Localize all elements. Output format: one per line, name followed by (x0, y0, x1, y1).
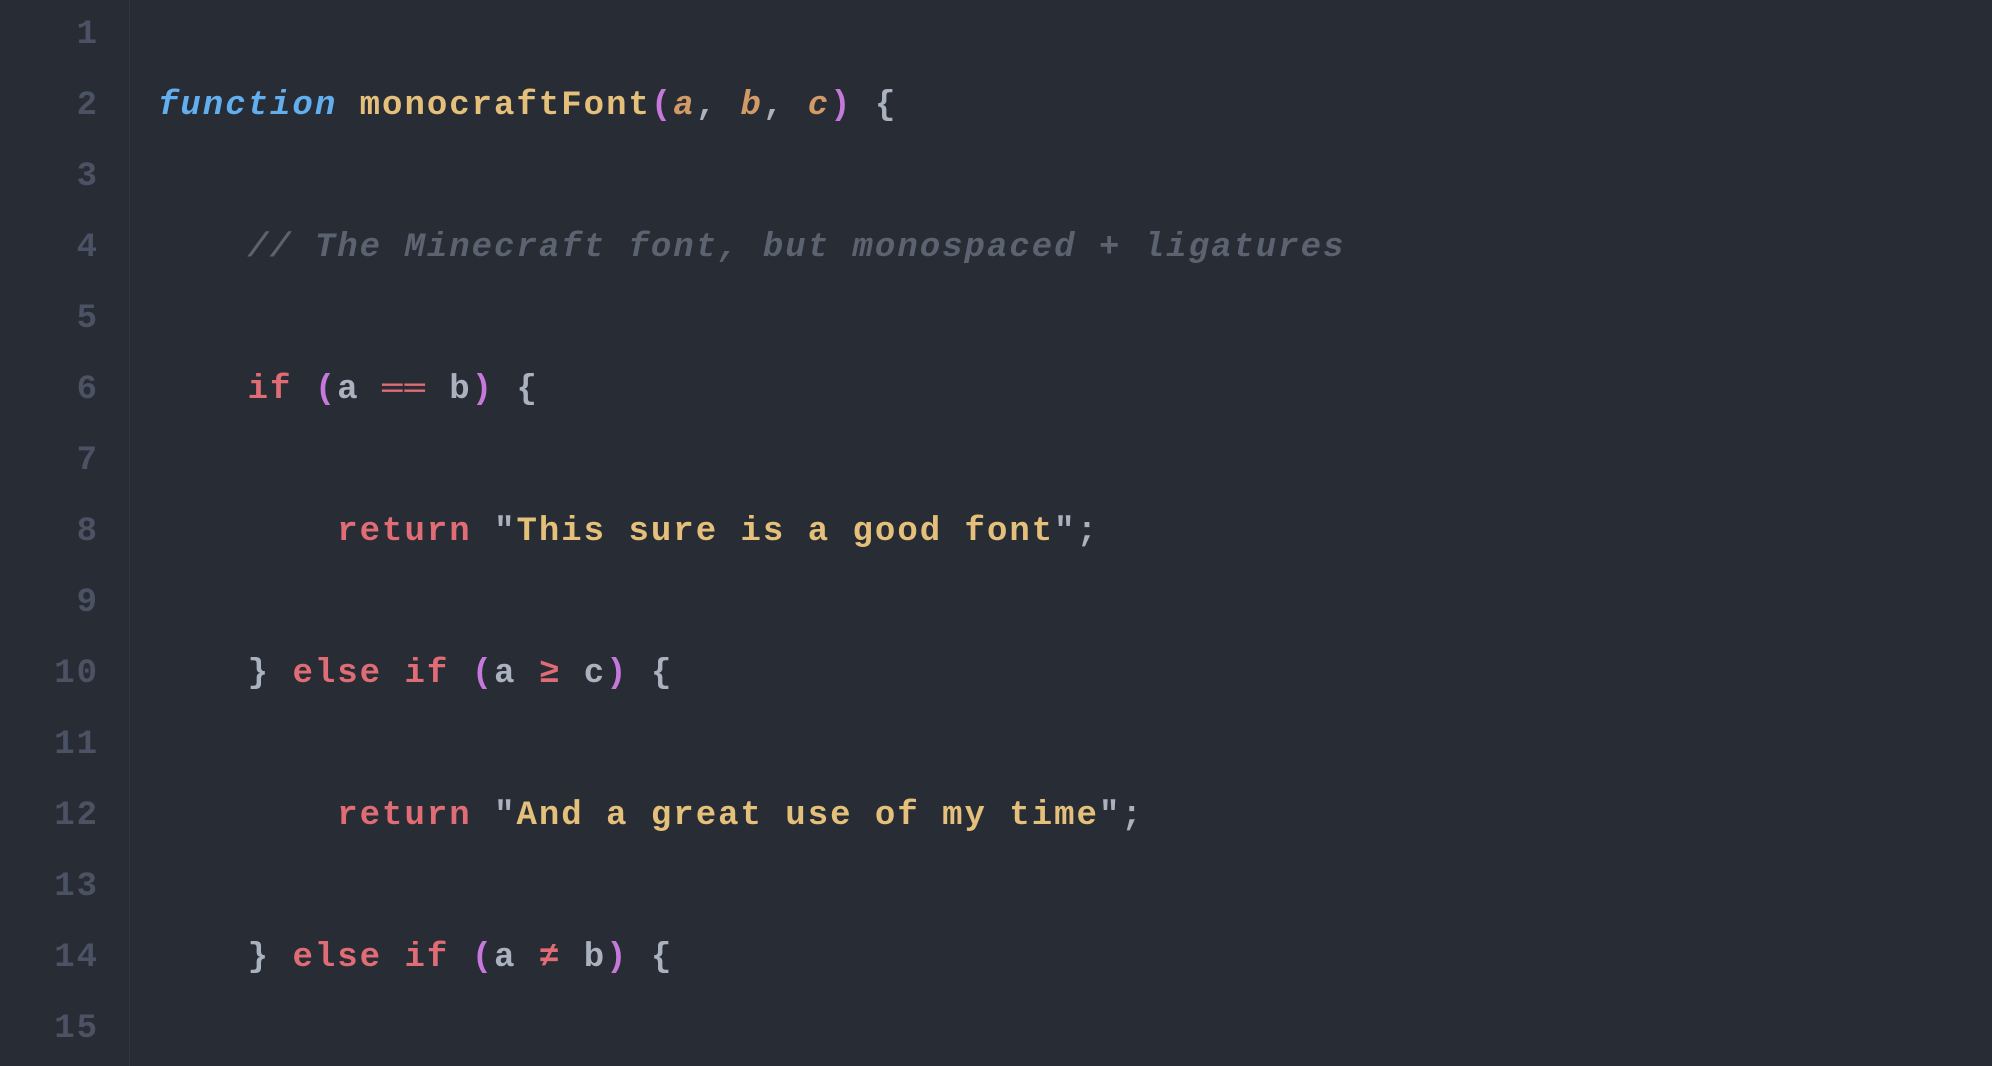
code-line[interactable]: return "And a great use of my time"; (158, 781, 1368, 852)
operator-ne-ligature: ≠ (539, 939, 561, 977)
keyword-if: if (404, 939, 449, 977)
variable: a (337, 371, 359, 409)
line-number-gutter: 1 2 3 4 5 6 7 8 9 10 11 12 13 14 15 (0, 0, 130, 1066)
string-literal: This sure is a good font (516, 513, 1054, 551)
paren-close: ) (830, 87, 852, 125)
line-number: 9 (0, 568, 99, 639)
line-number: 13 (0, 852, 99, 923)
line-number: 2 (0, 71, 99, 142)
keyword-else: else (292, 939, 382, 977)
line-number: 4 (0, 213, 99, 284)
code-line[interactable]: } else if (a ≠ b) { (158, 923, 1368, 994)
code-line[interactable]: function monocraftFont(a, b, c) { (158, 71, 1368, 142)
operator-ge-ligature: ≥ (539, 655, 561, 693)
code-editor[interactable]: 1 2 3 4 5 6 7 8 9 10 11 12 13 14 15 func… (0, 0, 1992, 1066)
code-area[interactable]: function monocraftFont(a, b, c) { // The… (130, 0, 1368, 1066)
param: c (808, 87, 830, 125)
line-number: 6 (0, 355, 99, 426)
variable: b (584, 939, 606, 977)
variable: c (584, 655, 606, 693)
code-line[interactable]: // The Minecraft font, but monospaced + … (158, 213, 1368, 284)
code-line[interactable]: } else if (a ≥ c) { (158, 639, 1368, 710)
code-line[interactable]: return "This sure is a good font"; (158, 497, 1368, 568)
line-number: 14 (0, 923, 99, 994)
keyword-if: if (248, 371, 293, 409)
variable: a (494, 655, 516, 693)
line-number: 8 (0, 497, 99, 568)
code-line[interactable]: if (a ══ b) { (158, 355, 1368, 426)
paren-open: ( (651, 87, 673, 125)
keyword-if: if (404, 655, 449, 693)
brace-open: { (875, 87, 897, 125)
line-number: 7 (0, 426, 99, 497)
variable: b (449, 371, 471, 409)
keyword-else: else (292, 655, 382, 693)
line-number: 11 (0, 710, 99, 781)
line-number: 10 (0, 639, 99, 710)
line-number: 12 (0, 781, 99, 852)
keyword-return: return (337, 797, 471, 835)
variable: a (494, 939, 516, 977)
operator-equals-ligature: ══ (382, 371, 427, 409)
line-number: 5 (0, 284, 99, 355)
string-literal: And a great use of my time (516, 797, 1099, 835)
function-name: monocraftFont (360, 87, 651, 125)
param: b (741, 87, 763, 125)
line-number: 3 (0, 142, 99, 213)
param: a (673, 87, 695, 125)
line-number: 1 (0, 0, 99, 71)
line-number: 15 (0, 994, 99, 1065)
keyword-function: function (158, 87, 337, 125)
keyword-return: return (337, 513, 471, 551)
comment: // The Minecraft font, but monospaced + … (248, 229, 1346, 267)
